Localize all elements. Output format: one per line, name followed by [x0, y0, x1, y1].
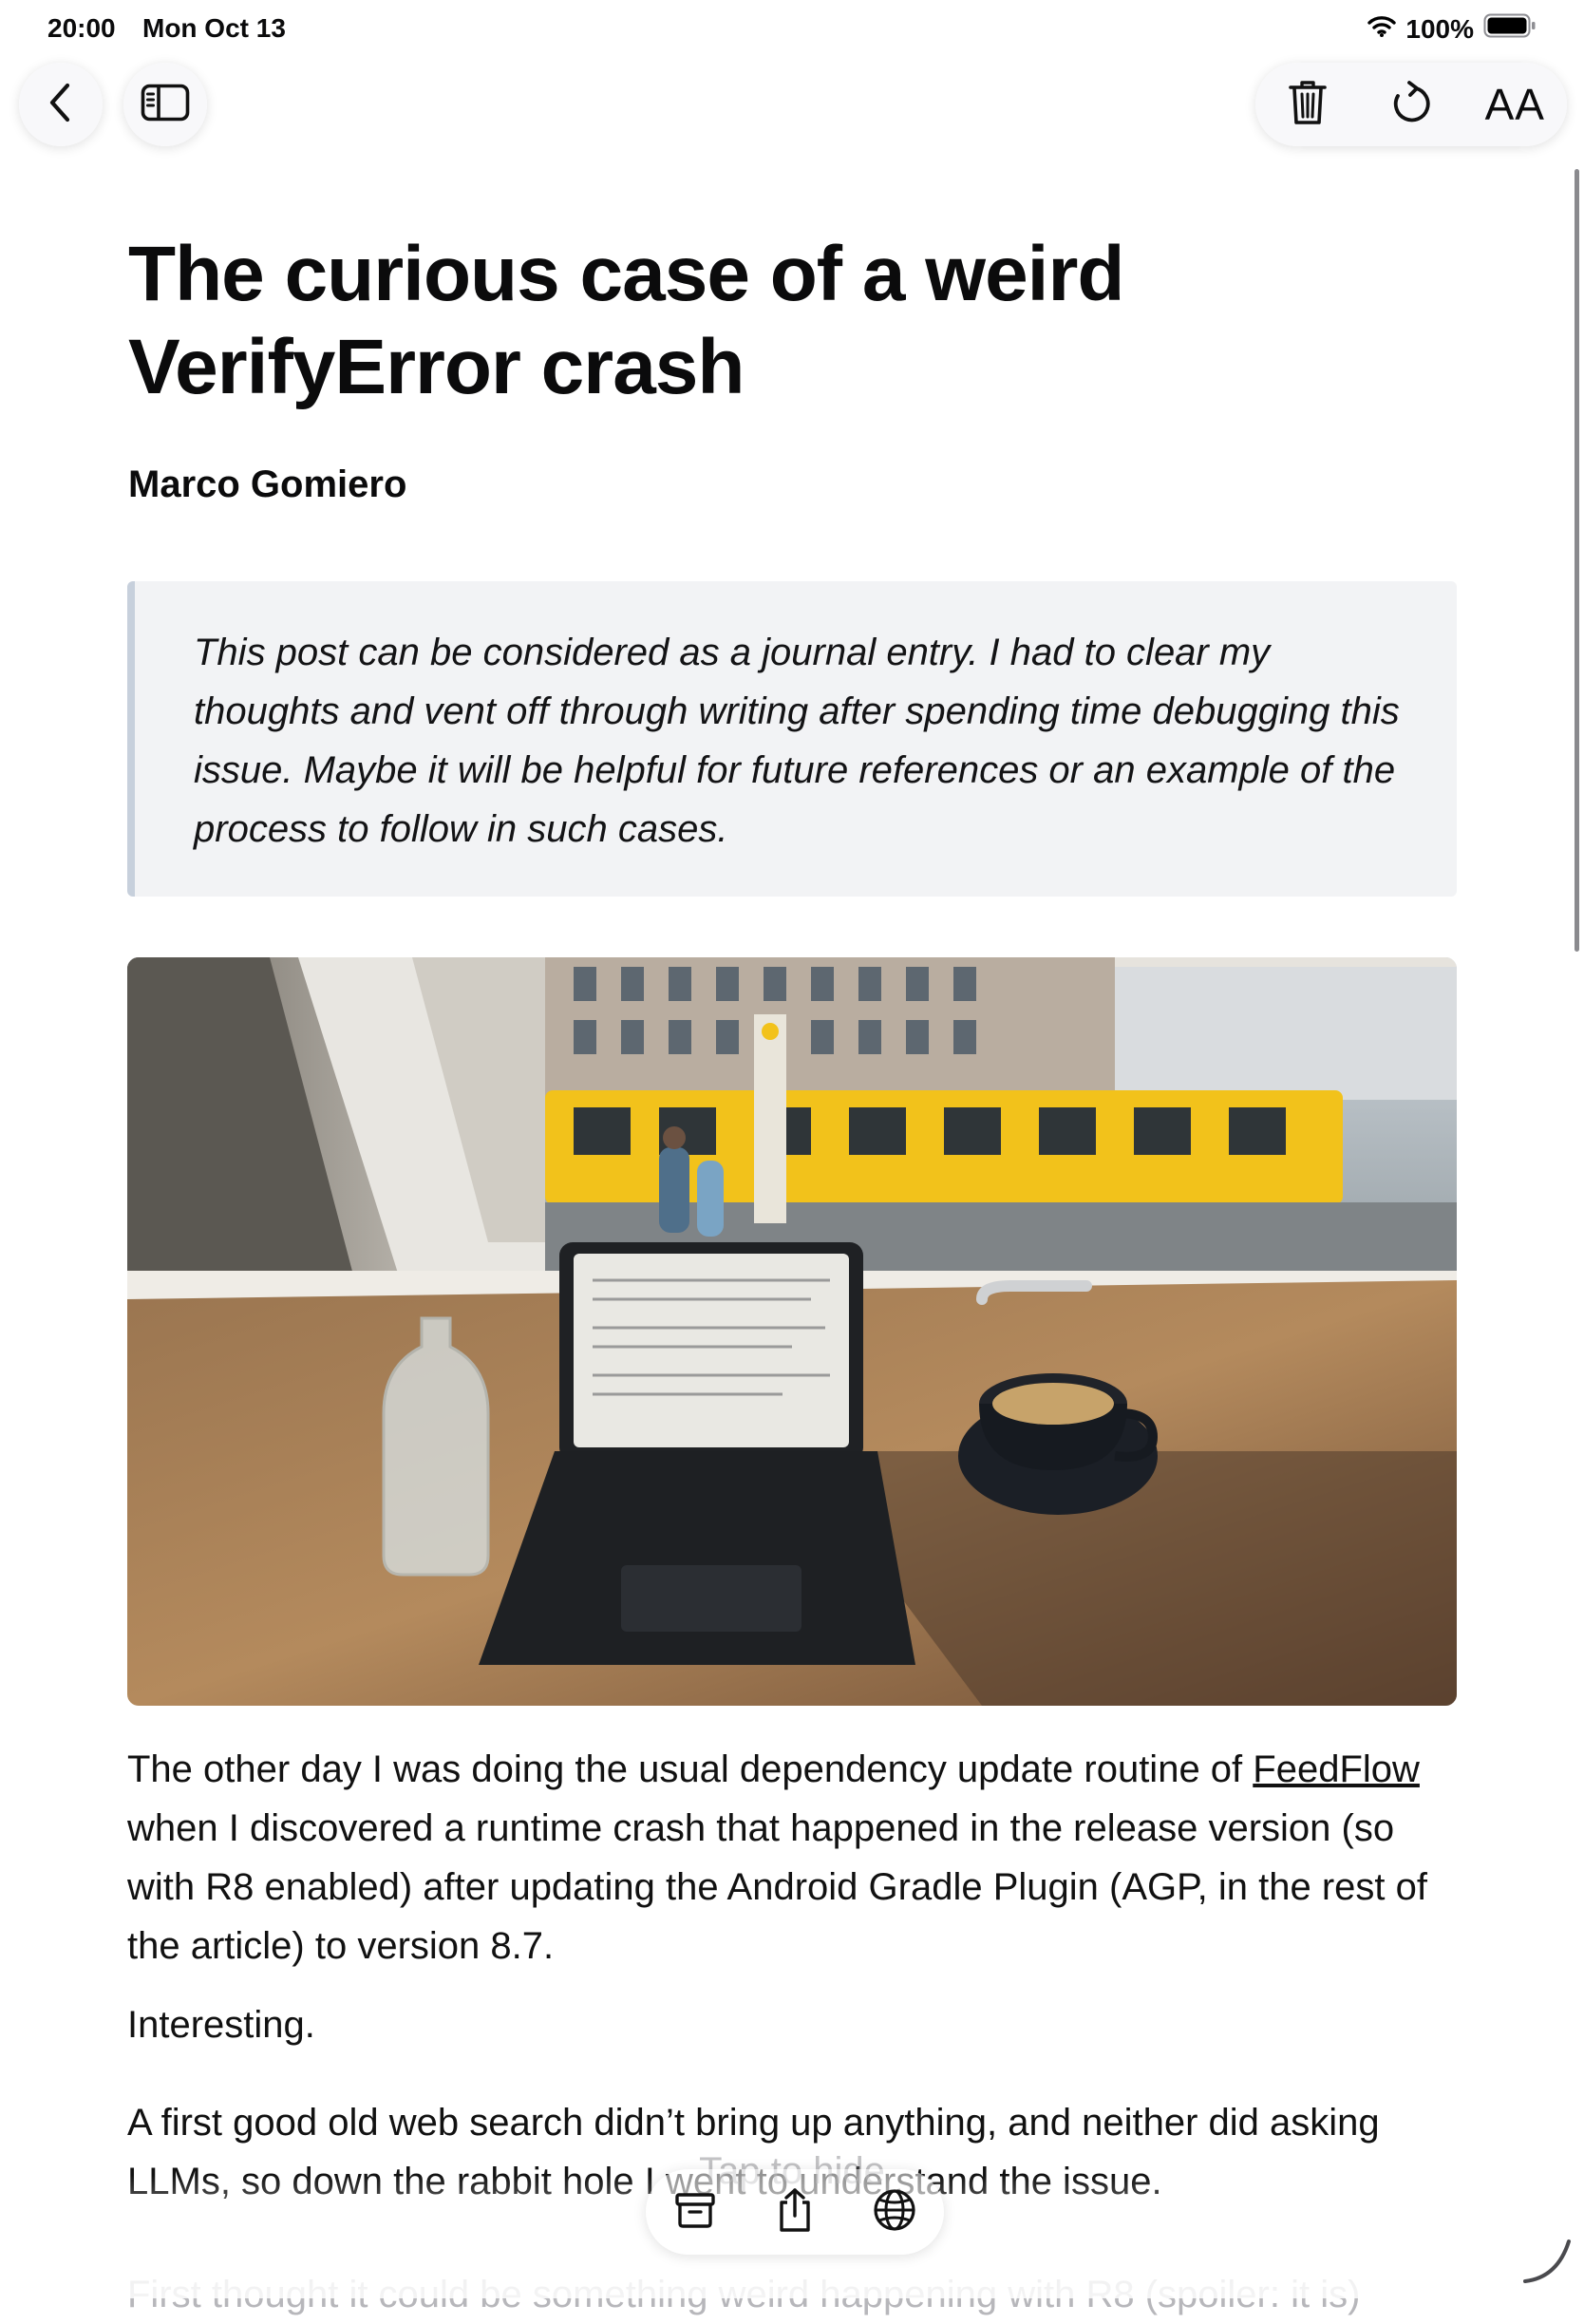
paragraph-interesting: Interesting.: [127, 2004, 315, 2046]
chevron-left-icon: [47, 82, 75, 128]
paragraph-intro-text-after: when I discovered a runtime crash that h…: [127, 1807, 1427, 1967]
share-icon: [776, 2187, 814, 2238]
back-button[interactable]: [19, 63, 103, 146]
globe-icon: [873, 2188, 916, 2237]
battery-icon: [1483, 13, 1537, 45]
article-author: Marco Gomiero: [128, 463, 407, 505]
wifi-icon: [1367, 14, 1397, 45]
article-blockquote: This post can be considered as a journal…: [127, 581, 1457, 897]
status-bar: 20:00 Mon Oct 13 100%: [0, 0, 1584, 59]
status-indicators: 100%: [1367, 13, 1537, 45]
open-in-browser-button[interactable]: [857, 2174, 933, 2250]
article-header: The curious case of a weird VerifyError …: [128, 228, 1458, 506]
article-photo: [127, 957, 1457, 1706]
paragraph-intro-text-before: The other day I was doing the usual depe…: [127, 1748, 1254, 1790]
battery-percent: 100%: [1405, 13, 1474, 44]
resize-handle-icon[interactable]: [1519, 2232, 1576, 2294]
archive-button[interactable]: [657, 2174, 733, 2250]
reload-button[interactable]: [1368, 63, 1454, 146]
status-date: Mon Oct 13: [142, 13, 286, 43]
reader-toolbar: AA: [1255, 63, 1567, 146]
trash-icon: [1287, 79, 1329, 131]
delete-button[interactable]: [1265, 63, 1350, 146]
refresh-icon: [1389, 79, 1433, 131]
article-title: The curious case of a weird VerifyError …: [128, 231, 1124, 410]
scroll-indicator[interactable]: [1575, 169, 1579, 952]
sidebar-toggle-button[interactable]: [123, 63, 207, 146]
status-time: 20:00: [47, 13, 116, 43]
paragraph-intro: The other day I was doing the usual depe…: [127, 1740, 1466, 1975]
text-size-button[interactable]: AA: [1472, 63, 1557, 146]
share-button[interactable]: [757, 2174, 833, 2250]
sidebar-icon: [141, 84, 190, 126]
text-size-label: AA: [1484, 80, 1545, 129]
bottom-action-bar: [646, 2169, 944, 2255]
feedflow-link[interactable]: FeedFlow: [1253, 1748, 1420, 1790]
archive-icon: [674, 2191, 716, 2234]
